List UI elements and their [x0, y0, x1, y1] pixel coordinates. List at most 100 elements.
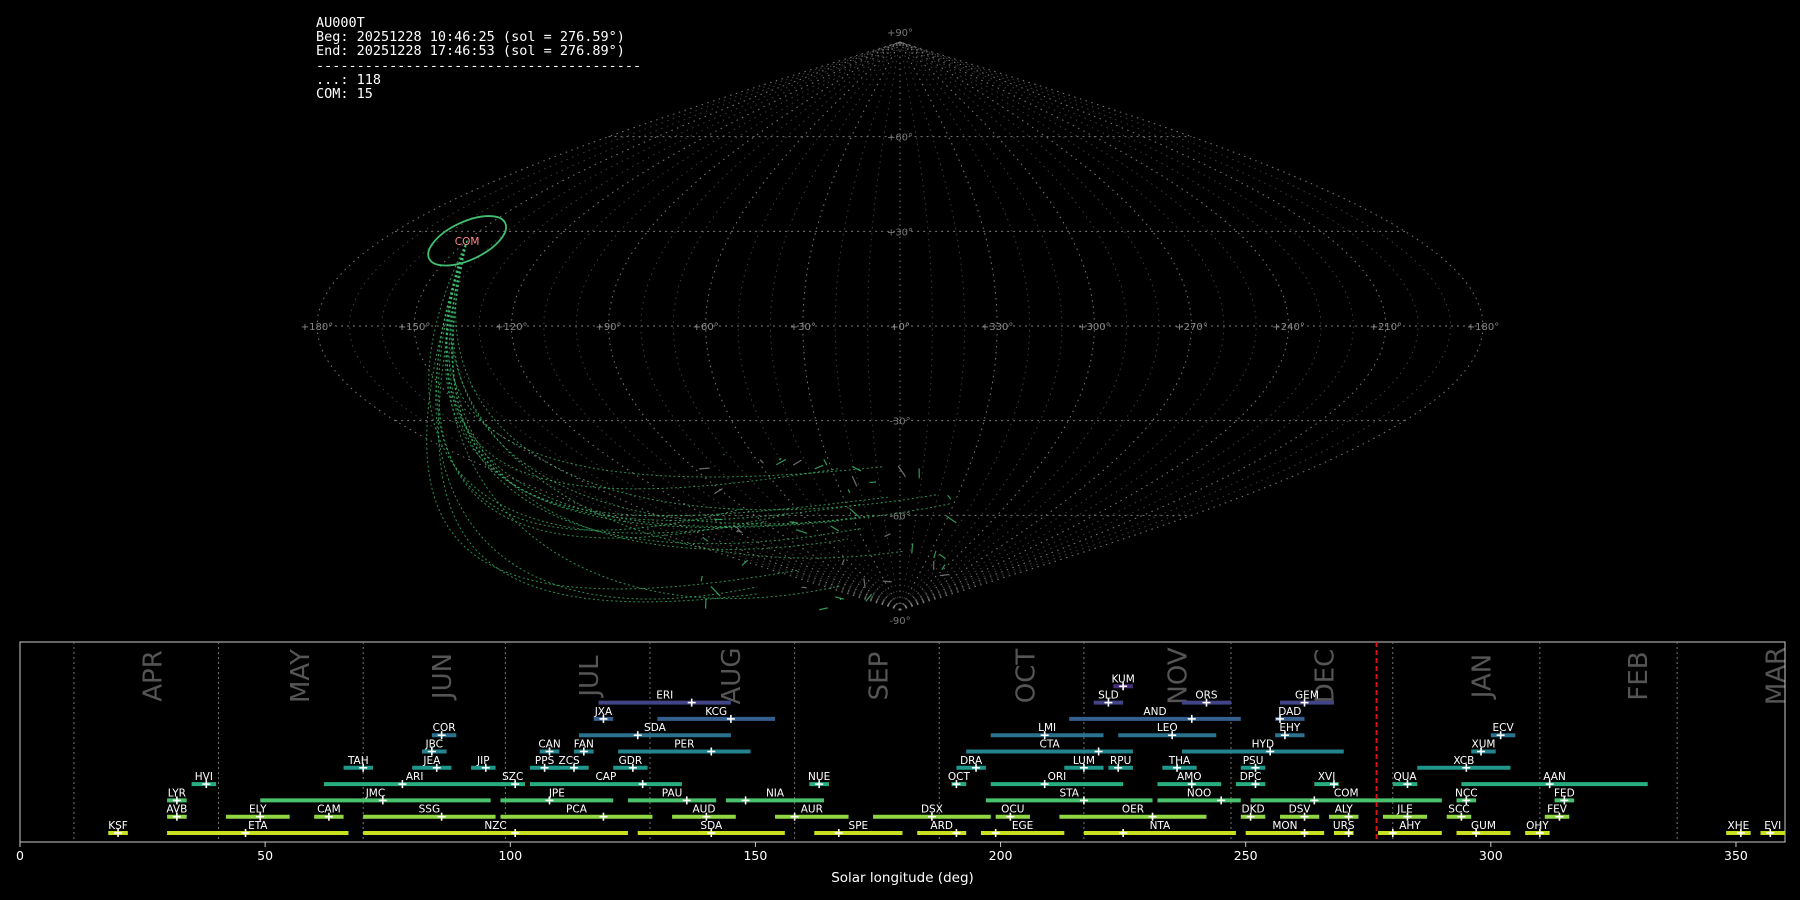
shower-label: JEA	[422, 755, 441, 767]
x-tick-label: 0	[16, 848, 24, 863]
x-tick-label: 150	[743, 848, 767, 863]
shower-label: QUA	[1393, 771, 1417, 783]
shower-label: XCB	[1453, 755, 1474, 767]
shower-label: PPS	[535, 755, 555, 767]
shower-label: ALY	[1335, 804, 1354, 816]
shower-label: JPE	[548, 787, 565, 799]
shower-label: CTA	[1040, 739, 1061, 751]
shower-label: PAU	[662, 787, 683, 799]
shower-label: LMI	[1038, 722, 1056, 734]
shower-label: EVI	[1764, 820, 1781, 832]
shower-label: XUM	[1472, 739, 1496, 751]
shower-label: JLE	[1396, 804, 1413, 816]
month-label: FEB	[1624, 651, 1654, 700]
shower-label: STA	[1059, 787, 1079, 799]
shower-label: LUM	[1073, 755, 1095, 767]
shower-label: SZC	[502, 771, 523, 783]
shower-label: ETA	[248, 820, 268, 832]
shower-label: GUM	[1471, 820, 1496, 832]
shower-label: HYD	[1252, 739, 1274, 751]
shower-label: PCA	[566, 804, 588, 816]
shower-label: SPE	[849, 820, 869, 832]
shower-label: SCC	[1448, 804, 1469, 816]
shower-label: KSF	[108, 820, 128, 832]
x-tick-label: 100	[498, 848, 522, 863]
shower-label: AMO	[1177, 771, 1202, 783]
x-axis-label: Solar longitude (deg)	[831, 870, 974, 886]
shower-label: DPC	[1240, 771, 1262, 783]
shower-label: AUR	[801, 804, 823, 816]
shower-label: PSU	[1243, 755, 1264, 767]
shower-label: OCT	[948, 771, 971, 783]
shower-label: FEV	[1547, 804, 1568, 816]
shower-label: KUM	[1111, 673, 1134, 685]
month-label: OCT	[1011, 649, 1041, 704]
shower-label: CAN	[538, 739, 560, 751]
x-tick-label: 350	[1724, 848, 1748, 863]
month-label: JUN	[428, 653, 458, 701]
shower-label: ORI	[1048, 771, 1067, 783]
month-label: JAN	[1467, 654, 1497, 700]
shower-label: RPU	[1110, 755, 1131, 767]
shower-label: AND	[1143, 706, 1166, 718]
plot-frame	[19, 641, 1786, 843]
shower-label: ARD	[930, 820, 953, 832]
shower-label: AVB	[166, 804, 187, 816]
month-label: APR	[139, 650, 169, 702]
shower-label: DSV	[1289, 804, 1312, 816]
shower-label: TAH	[347, 755, 369, 767]
shower-label: GEM	[1295, 690, 1319, 702]
month-label: AUG	[717, 648, 747, 705]
shower-label: EGE	[1012, 820, 1033, 832]
shower-label: CAP	[595, 771, 616, 783]
shower-label: CAM	[317, 804, 341, 816]
shower-label: ECV	[1493, 722, 1515, 734]
shower-label: THA	[1168, 755, 1191, 767]
month-label: NOV	[1163, 647, 1193, 704]
shower-label: DSX	[921, 804, 943, 816]
shower-label: FAN	[574, 739, 594, 751]
shower-label: COM	[1334, 787, 1359, 799]
shower-label: EHY	[1279, 722, 1301, 734]
shower-label: SLD	[1098, 690, 1119, 702]
shower-label: PER	[674, 739, 694, 751]
shower-label: LYR	[168, 787, 186, 799]
shower-label: JMC	[365, 787, 386, 799]
month-label: JUL	[575, 655, 605, 699]
shower-label: NOO	[1187, 787, 1211, 799]
shower-label: SDA	[700, 820, 723, 832]
x-tick-label: 50	[257, 848, 273, 863]
shower-label: OCU	[1001, 804, 1024, 816]
month-label: MAR	[1761, 647, 1791, 705]
shower-label: URS	[1333, 820, 1355, 832]
shower-label: JXA	[594, 706, 613, 718]
x-tick-label: 250	[1234, 848, 1258, 863]
month-label: SEP	[864, 652, 894, 701]
shower-label: COR	[433, 722, 456, 734]
shower-label: ERI	[656, 690, 673, 702]
shower-label: DKD	[1242, 804, 1265, 816]
shower-label: MON	[1272, 820, 1297, 832]
shower-label: DAD	[1278, 706, 1301, 718]
shower-label: ORS	[1195, 690, 1218, 702]
month-label: MAY	[286, 649, 316, 703]
shower-label: ARI	[406, 771, 424, 783]
shower-label: SDA	[644, 722, 667, 734]
shower-label: ELY	[249, 804, 267, 816]
shower-label: JBC	[425, 739, 443, 751]
x-tick-label: 200	[989, 848, 1013, 863]
shower-label: NTA	[1150, 820, 1171, 832]
shower-label: NZC	[484, 820, 506, 832]
shower-label: AUD	[692, 804, 715, 816]
shower-label: HVI	[195, 771, 213, 783]
shower-label: NUE	[808, 771, 830, 783]
shower-label: NIA	[766, 787, 785, 799]
shower-label: GDR	[619, 755, 643, 767]
shower-label: AAN	[1543, 771, 1566, 783]
shower-label: OHY	[1526, 820, 1549, 832]
shower-label: DRA	[960, 755, 983, 767]
shower-label: AHY	[1399, 820, 1421, 832]
shower-label: FED	[1554, 787, 1575, 799]
shower-label: LEO	[1157, 722, 1178, 734]
shower-label: SSG	[419, 804, 440, 816]
